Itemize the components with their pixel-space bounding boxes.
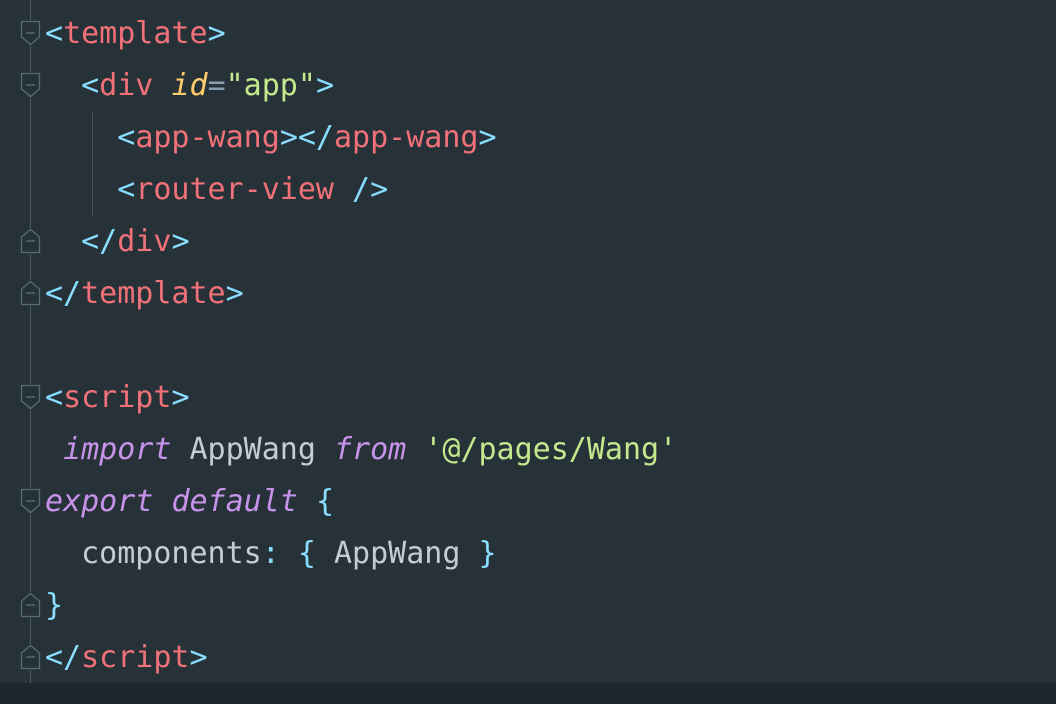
code-line[interactable]: } <box>45 580 63 632</box>
code-token-keyword: default <box>171 484 298 519</box>
code-line[interactable]: <div id="app"> <box>45 60 334 112</box>
code-token-tag: div <box>117 224 172 259</box>
editor-bottom-strip <box>0 683 1056 704</box>
code-token-tag: app-wang <box>334 120 479 155</box>
code-token-punct: /> <box>334 172 389 207</box>
code-token-keyword: from <box>334 432 407 467</box>
code-token-tag: router-view <box>135 172 334 207</box>
code-token-tag: div <box>99 68 154 103</box>
gutter-rail-segment <box>30 254 31 280</box>
fold-collapse-icon-close[interactable] <box>20 280 41 306</box>
fold-collapse-icon-open[interactable] <box>20 20 41 46</box>
gutter-rail-segment <box>30 0 31 20</box>
code-token-punct: > <box>171 224 190 259</box>
gutter-rail-segment <box>30 514 31 592</box>
gutter-rail-segment <box>30 46 31 72</box>
gutter-rail-segment <box>30 618 31 644</box>
code-line[interactable]: import AppWang from '@/pages/Wang' <box>45 424 677 476</box>
fold-collapse-icon-open[interactable] <box>20 488 41 514</box>
fold-collapse-icon-open[interactable] <box>20 72 41 98</box>
code-token-plain: components <box>81 536 262 571</box>
fold-collapse-icon-close[interactable] <box>20 592 41 618</box>
code-token-punct: : <box>261 536 280 571</box>
code-token-tag: template <box>63 16 208 51</box>
code-token-punct: < <box>117 172 136 207</box>
code-token-tag: script <box>81 640 190 675</box>
code-token-punct: > <box>279 120 298 155</box>
code-token-punct: > <box>478 120 497 155</box>
code-editing-surface[interactable]: <template> <div id="app"> <app-wang></ap… <box>0 0 1056 704</box>
code-token-punct: < <box>117 120 136 155</box>
code-line[interactable]: export default { <box>45 476 334 528</box>
code-token-punct: </ <box>45 640 82 675</box>
fold-collapse-icon-open[interactable] <box>20 384 41 410</box>
code-token-punct: { <box>297 536 316 571</box>
gutter-rail-segment <box>30 306 31 384</box>
code-token-punct: > <box>225 276 244 311</box>
code-token-plain: AppWang <box>334 536 461 571</box>
code-line[interactable]: </script> <box>45 632 208 684</box>
code-token-tag: app-wang <box>135 120 280 155</box>
code-token-eq: = <box>207 68 226 103</box>
code-token-attr: id <box>171 68 208 103</box>
code-token-tag: script <box>63 380 172 415</box>
code-line[interactable]: </div> <box>45 216 190 268</box>
code-line[interactable]: <template> <box>45 8 226 60</box>
code-token-string: '@/pages/Wang' <box>424 432 678 467</box>
code-token-punct: </ <box>297 120 334 155</box>
code-token-punct: { <box>315 484 334 519</box>
code-token-punct: < <box>45 16 64 51</box>
code-token-punct: } <box>478 536 497 571</box>
code-token-plain: AppWang <box>189 432 316 467</box>
code-token-keyword: import <box>63 432 172 467</box>
code-token-punct: < <box>81 68 100 103</box>
code-token-string: "app" <box>225 68 316 103</box>
fold-collapse-icon-close[interactable] <box>20 228 41 254</box>
code-token-punct: </ <box>45 276 82 311</box>
code-token-keyword: export <box>45 484 154 519</box>
code-token-punct: </ <box>81 224 118 259</box>
gutter-rail-segment <box>30 98 31 228</box>
fold-collapse-icon-close[interactable] <box>20 644 41 670</box>
code-token-punct: > <box>207 16 226 51</box>
code-line[interactable]: <router-view /> <box>45 164 388 216</box>
code-line[interactable]: <app-wang></app-wang> <box>45 112 497 164</box>
code-token-punct: > <box>189 640 208 675</box>
code-line[interactable]: components: { AppWang } <box>45 528 497 580</box>
code-token-punct: < <box>45 380 64 415</box>
code-token-punct: > <box>171 380 190 415</box>
code-token-punct: > <box>315 68 334 103</box>
code-editor-window: <template> <div id="app"> <app-wang></ap… <box>0 0 1056 704</box>
code-token-punct: } <box>45 588 64 623</box>
code-line[interactable]: </template> <box>45 268 244 320</box>
code-line[interactable]: <script> <box>45 372 190 424</box>
gutter-rail-segment <box>30 410 31 488</box>
code-token-tag: template <box>81 276 226 311</box>
